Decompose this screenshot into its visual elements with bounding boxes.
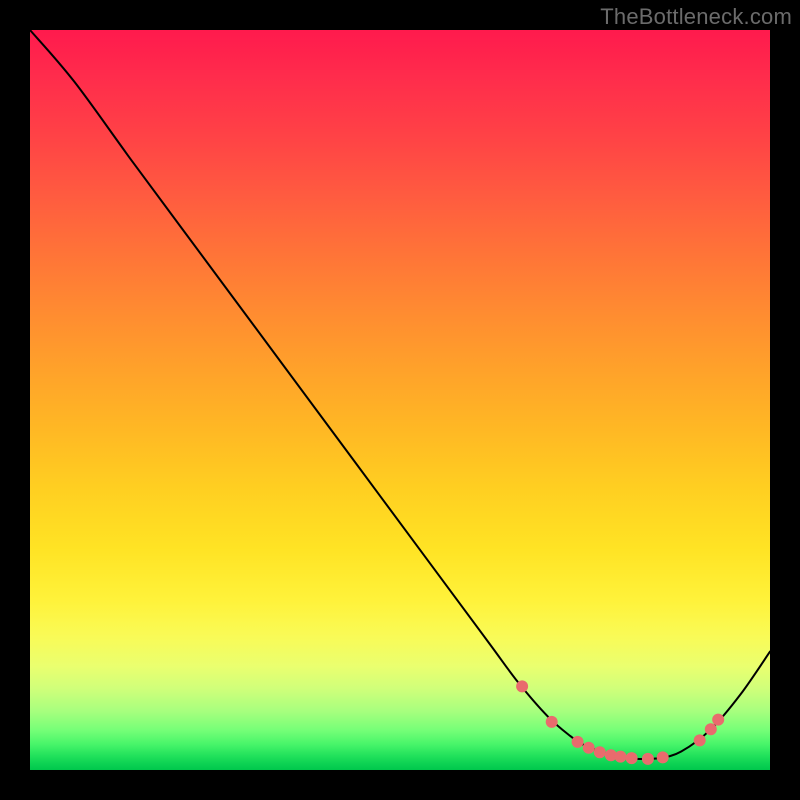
marker-dot (705, 723, 717, 735)
marker-dot (583, 742, 595, 754)
chart-svg (30, 30, 770, 770)
plot-area (30, 30, 770, 770)
marker-dot (516, 680, 528, 692)
marker-dot (594, 746, 606, 758)
marker-dot (642, 753, 654, 765)
marker-dot (657, 751, 669, 763)
marker-dot (626, 752, 638, 764)
marker-dot (694, 734, 706, 746)
marker-dot (712, 714, 724, 726)
marker-dot (546, 716, 558, 728)
chart-stage: TheBottleneck.com (0, 0, 800, 800)
watermark-text: TheBottleneck.com (600, 4, 792, 30)
markers-highlight-dots (516, 680, 724, 765)
marker-dot (615, 751, 627, 763)
marker-dot (572, 736, 584, 748)
series-curve (30, 30, 770, 759)
